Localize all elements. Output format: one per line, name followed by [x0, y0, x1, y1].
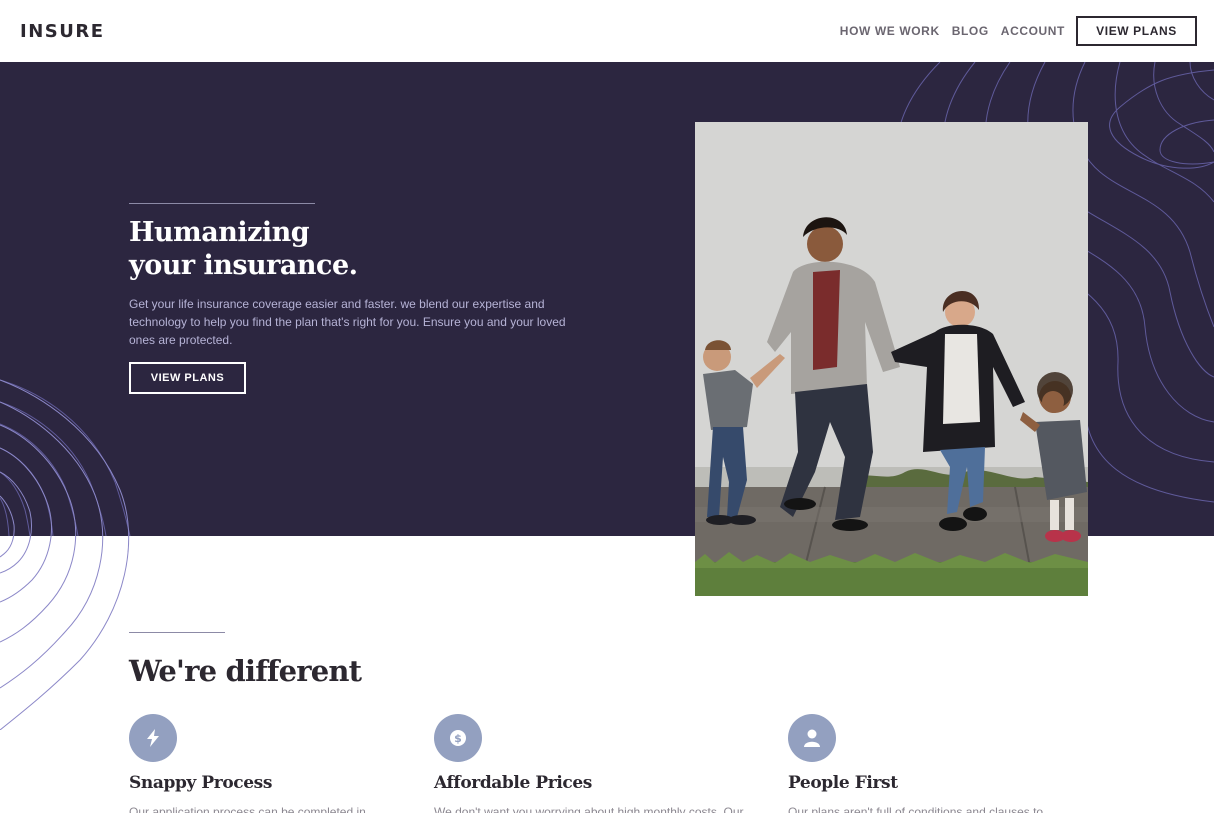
person-icon [788, 714, 836, 762]
nav-link-blog[interactable]: BLOG [952, 24, 989, 38]
hero-divider-rule [129, 203, 315, 204]
svg-text:$: $ [454, 732, 462, 745]
feature-text: Our application process can be completed… [129, 805, 366, 813]
hero-title-line-1: Humanizing [129, 217, 310, 248]
feature-text: We don't want you worrying about high mo… [434, 805, 744, 813]
feature-people-first: People First Our plans aren't full of co… [788, 714, 1118, 813]
view-plans-hero-button[interactable]: VIEW PLANS [129, 362, 246, 394]
feature-affordable-prices: $ Affordable Prices We don't want you wo… [434, 714, 764, 813]
hero-title-line-2: your insurance. [129, 250, 358, 281]
dollar-icon: $ [434, 714, 482, 762]
feature-text: Our plans aren't full of conditions and … [788, 805, 1044, 813]
lightning-icon [129, 714, 177, 762]
main-nav: HOW WE WORK BLOG ACCOUNT VIEW PLANS [828, 16, 1197, 46]
nav-link-account[interactable]: ACCOUNT [1001, 24, 1065, 38]
different-section-title: We're different [129, 654, 362, 688]
feature-snappy-process: Snappy Process Our application process c… [129, 714, 459, 813]
site-header: INSURE HOW WE WORK BLOG ACCOUNT VIEW PLA… [0, 0, 1214, 62]
view-plans-nav-button[interactable]: VIEW PLANS [1076, 16, 1197, 46]
bottom-contour-lines-decoration [0, 379, 130, 730]
logo[interactable]: INSURE [20, 21, 105, 42]
feature-title: Affordable Prices [434, 773, 592, 793]
nav-link-how-we-work[interactable]: HOW WE WORK [840, 24, 940, 38]
hero-description: Get your life insurance coverage easier … [129, 297, 566, 347]
feature-title: Snappy Process [129, 773, 273, 793]
family-photo-illustration [695, 122, 1088, 596]
different-divider-rule [129, 632, 225, 633]
hero-title: Humanizing your insurance. [129, 216, 529, 282]
feature-title: People First [788, 773, 898, 793]
family-photo [695, 122, 1088, 596]
page: INSURE HOW WE WORK BLOG ACCOUNT VIEW PLA… [0, 0, 1214, 813]
